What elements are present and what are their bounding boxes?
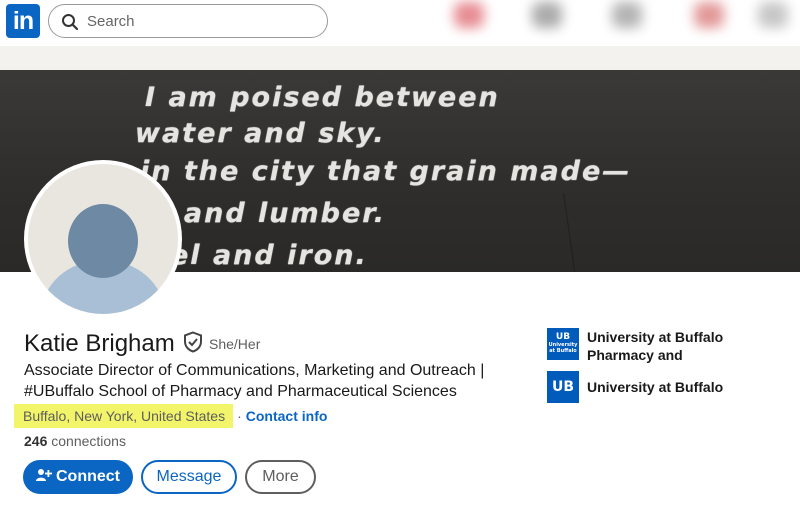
ub-pharmacy-logo-icon: UB University at Buffalo [547, 328, 579, 360]
add-person-icon [36, 469, 52, 481]
connections-count[interactable]: 246 connections [24, 433, 126, 449]
banner-crack [563, 187, 621, 272]
connect-label: Connect [56, 468, 120, 485]
verified-shield-icon[interactable] [182, 331, 204, 353]
message-button[interactable]: Message [141, 460, 237, 494]
ub-logo-icon: UB [547, 371, 579, 403]
org-item-pharmacy[interactable]: UB University at Buffalo University at B… [547, 328, 797, 364]
contact-info-link[interactable]: Contact info [246, 408, 328, 424]
top-nav: in [0, 0, 800, 46]
avatar-head-shape [68, 204, 138, 278]
banner-line: in the city that grain made— [140, 156, 632, 187]
banner-line: I am poised between [145, 82, 500, 113]
banner-line: el and iron. [170, 240, 368, 271]
location-row: Buffalo, New York, United States · Contact… [14, 404, 327, 428]
search-box[interactable] [48, 4, 328, 38]
nav-icons-blurred [440, 0, 800, 46]
profile-location: Buffalo, New York, United States [14, 404, 234, 428]
search-icon [62, 14, 79, 31]
search-input[interactable] [87, 5, 317, 37]
linkedin-logo-icon[interactable]: in [6, 4, 40, 38]
separator-dot: · [237, 408, 242, 424]
banner-line: water and sky. [135, 118, 386, 149]
profile-pronouns: She/Her [209, 336, 261, 352]
org-name: University at Buffalo [587, 379, 724, 395]
connections-number: 246 [24, 433, 48, 449]
org-item-ub[interactable]: UB University at Buffalo [547, 371, 797, 403]
connections-label: connections [51, 433, 126, 449]
org-name: University at Buffalo Pharmacy and Pharm… [587, 329, 724, 363]
profile-name: Katie Brigham [24, 330, 175, 357]
profile-avatar[interactable] [24, 160, 182, 318]
connect-button[interactable]: Connect [23, 460, 133, 494]
more-button[interactable]: More [245, 460, 316, 494]
profile-headline: Associate Director of Communications, Ma… [24, 362, 485, 400]
